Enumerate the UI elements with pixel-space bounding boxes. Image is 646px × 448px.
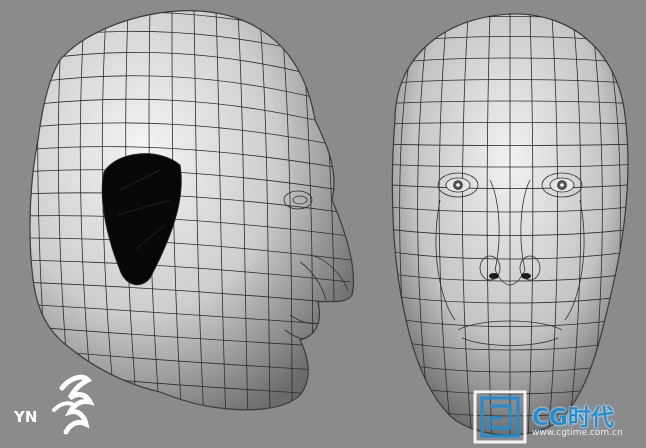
cg-brand-url: www.cgtime.com.cn	[532, 428, 623, 438]
cg-badge-logo	[473, 390, 527, 444]
image-stage	[0, 0, 646, 448]
front-head-mesh	[391, 13, 629, 436]
right-eye	[549, 177, 575, 193]
side-head-mesh	[29, 10, 355, 411]
yn-watermark-text: YN	[14, 408, 38, 426]
render-viewport	[29, 10, 629, 444]
cg-brand-text: CG时代	[532, 405, 614, 431]
yn-calligraphy-logo	[52, 374, 95, 435]
left-eye	[445, 177, 471, 193]
